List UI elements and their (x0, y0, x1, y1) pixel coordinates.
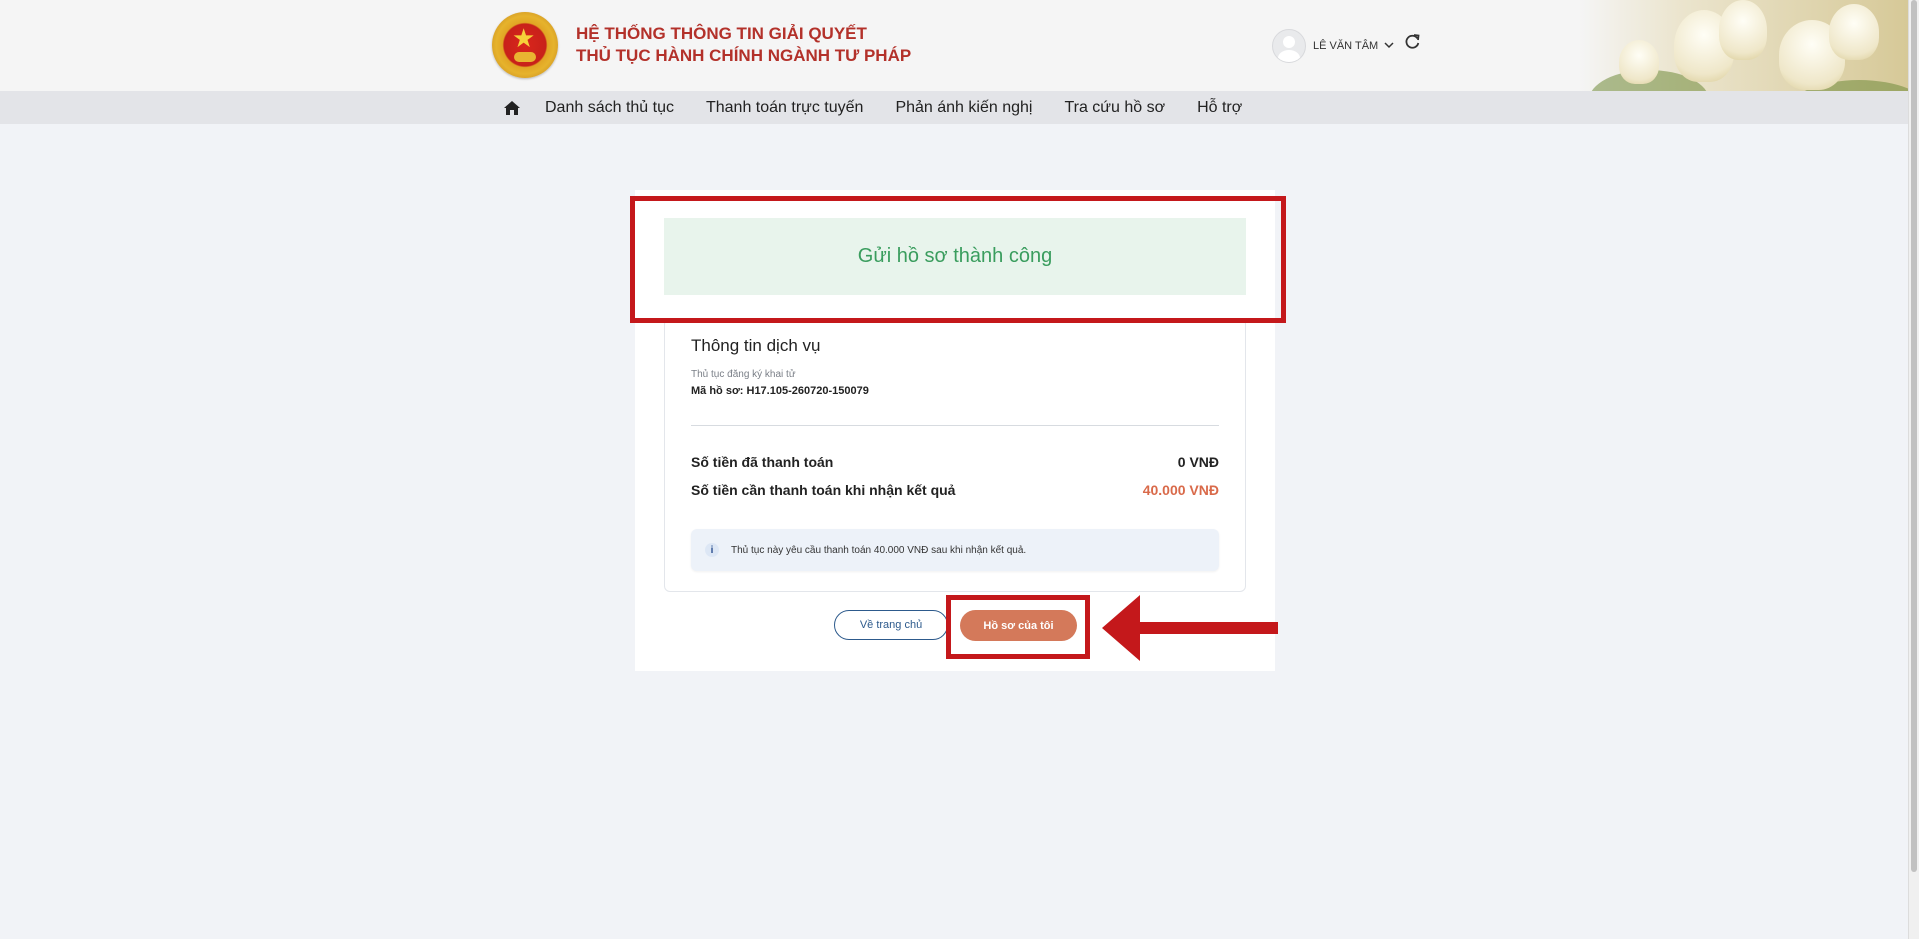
file-code-value: H17.105-260720-150079 (746, 385, 869, 397)
refresh-icon[interactable] (1404, 33, 1421, 55)
paid-amount-row: Số tiền đã thanh toán 0 VNĐ (691, 454, 1219, 470)
file-code-label: Mã hồ sơ: (691, 385, 747, 397)
chevron-down-icon (1384, 40, 1394, 52)
paid-amount-value: 0 VNĐ (1177, 454, 1219, 470)
due-amount-value: 40.000 VNĐ (1142, 482, 1219, 498)
highlight-box-success (630, 196, 1286, 323)
gear-icon (514, 52, 536, 62)
highlight-box-my-files (946, 595, 1090, 659)
nav-item-procedures[interactable]: Danh sách thủ tục (545, 99, 674, 117)
payment-notice-text: Thủ tục này yêu cầu thanh toán 40.000 VN… (731, 544, 1027, 556)
avatar (1272, 29, 1306, 63)
user-name: LÊ VĂN TÂM (1313, 40, 1379, 52)
service-info-panel: Thông tin dịch vụ Thủ tục đăng ký khai t… (664, 318, 1246, 592)
nav-item-lookup[interactable]: Tra cứu hồ sơ (1064, 99, 1165, 117)
user-menu[interactable]: LÊ VĂN TÂM (1272, 29, 1394, 63)
national-emblem[interactable]: ★ (492, 12, 558, 78)
home-icon[interactable] (503, 100, 521, 116)
nav-item-feedback[interactable]: Phản ánh kiến nghị (895, 99, 1032, 117)
site-header: ★ HỆ THỐNG THÔNG TIN GIẢI QUYẾT THỦ TỤC … (0, 0, 1909, 124)
site-title-line2: THỦ TỤC HÀNH CHÍNH NGÀNH TƯ PHÁP (576, 46, 912, 65)
page-scrollbar[interactable] (1908, 0, 1919, 939)
scrollbar-thumb[interactable] (1911, 0, 1917, 872)
file-code: Mã hồ sơ: H17.105-260720-150079 (691, 385, 869, 397)
divider (691, 425, 1219, 426)
info-icon: i (705, 543, 719, 557)
star-icon: ★ (512, 23, 536, 53)
paid-amount-label: Số tiền đã thanh toán (691, 454, 834, 470)
site-title[interactable]: HỆ THỐNG THÔNG TIN GIẢI QUYẾT THỦ TỤC HÀ… (576, 23, 911, 67)
procedure-name: Thủ tục đăng ký khai tử (691, 369, 796, 380)
due-amount-row: Số tiền cần thanh toán khi nhận kết quả … (691, 482, 1219, 498)
nav-item-support[interactable]: Hỗ trợ (1197, 99, 1242, 117)
service-info-title: Thông tin dịch vụ (691, 336, 821, 355)
home-button[interactable]: Về trang chủ (834, 610, 948, 640)
main-nav: Danh sách thủ tục Thanh toán trực tuyến … (0, 91, 1909, 124)
due-amount-label: Số tiền cần thanh toán khi nhận kết quả (691, 482, 956, 498)
pointer-arrow-icon (1102, 595, 1278, 661)
site-title-line1: HỆ THỐNG THÔNG TIN GIẢI QUYẾT (576, 24, 867, 43)
payment-notice: i Thủ tục này yêu cầu thanh toán 40.000 … (691, 529, 1219, 571)
nav-item-online-payment[interactable]: Thanh toán trực tuyến (706, 99, 863, 117)
